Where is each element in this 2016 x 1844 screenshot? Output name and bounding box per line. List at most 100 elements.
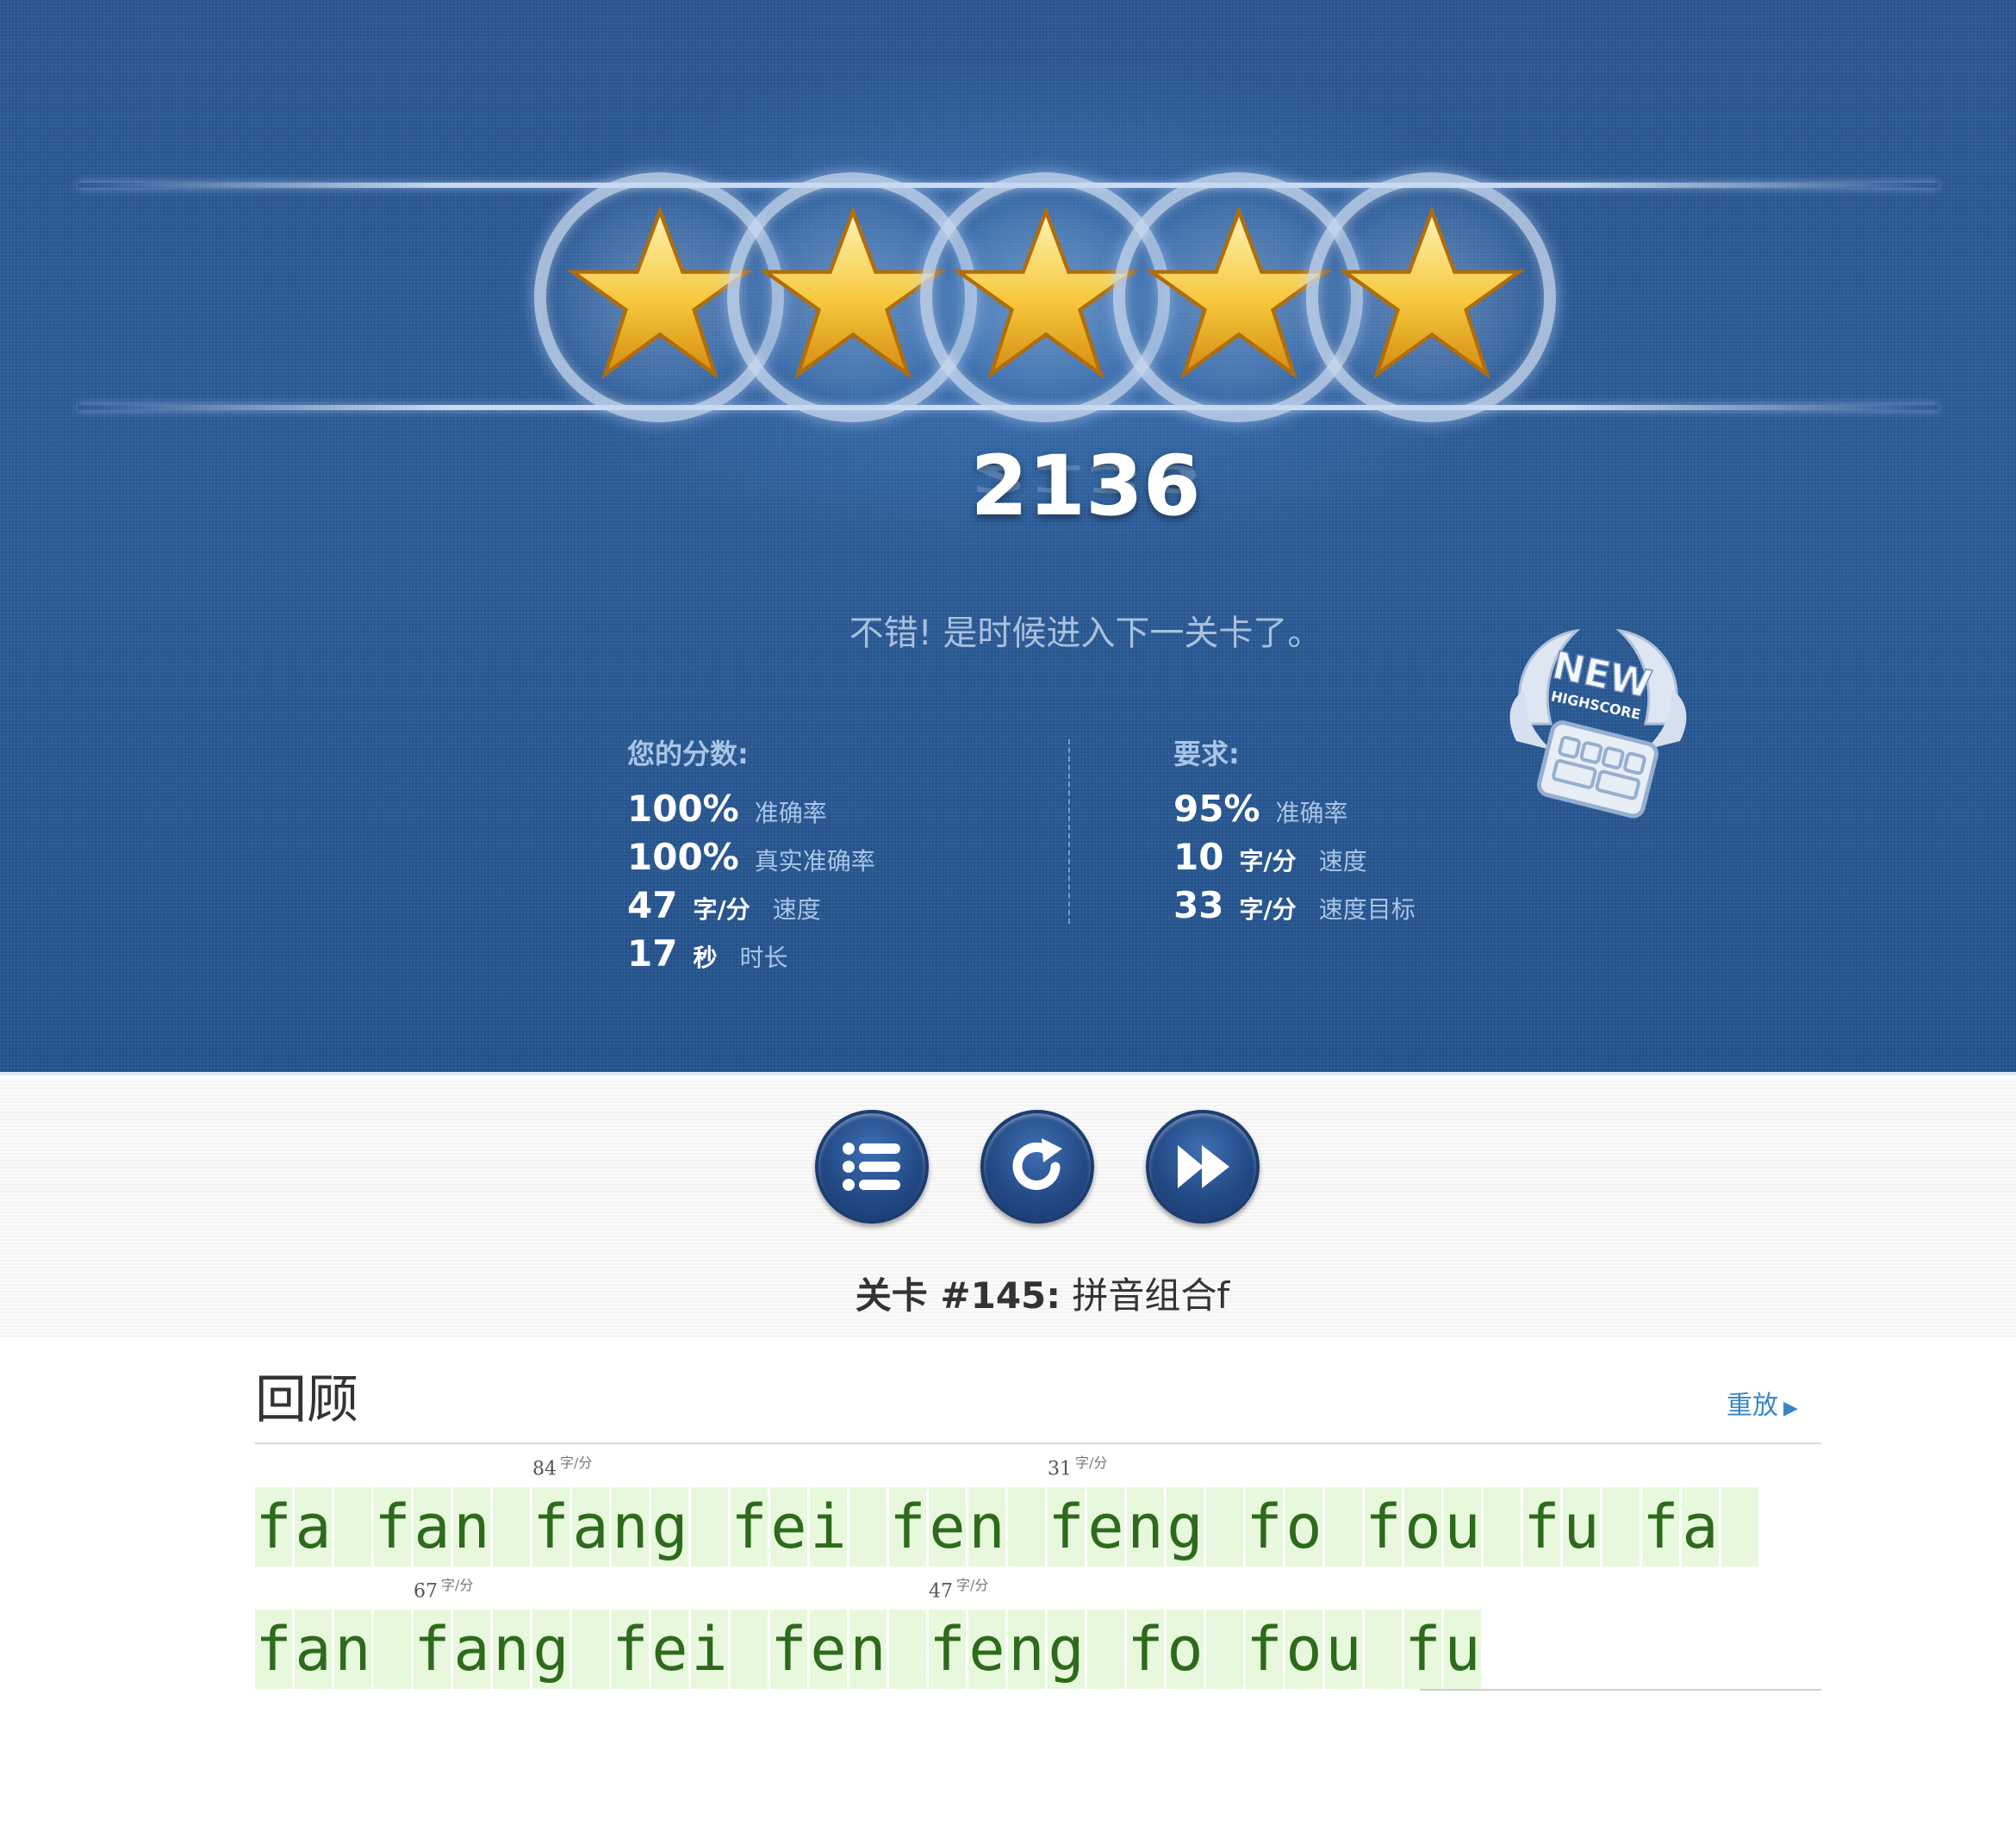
typed-word: fa [1642, 1487, 1761, 1567]
typed-word: fan [374, 1487, 532, 1567]
typed-char: a [1682, 1487, 1719, 1567]
typed-char: n [1008, 1610, 1045, 1689]
typed-char: f [1127, 1610, 1164, 1689]
typed-word: fu [1404, 1610, 1484, 1689]
typed-word: fou [1365, 1487, 1523, 1567]
your-score-row: 100% 真实准确率 [627, 836, 875, 884]
typed-char: f [1523, 1487, 1560, 1567]
requirement-unit: 字/分 [1239, 895, 1297, 924]
typed-space [1721, 1487, 1758, 1567]
star-icon [952, 205, 1140, 380]
list-icon [843, 1143, 900, 1191]
typed-char: f [1246, 1610, 1283, 1689]
speed-marker: 47 字/分 [929, 1577, 989, 1603]
star-icon [1145, 205, 1333, 380]
typed-char: e [968, 1610, 1005, 1689]
typed-char: n [493, 1610, 530, 1689]
typed-space [493, 1487, 530, 1567]
new-highscore-badge-icon: NEW HIGHSCORE [1509, 628, 1687, 819]
typed-word: feng 31 字/分 [1048, 1455, 1246, 1567]
your-score-value: 17 [627, 932, 678, 975]
typed-space [889, 1610, 926, 1689]
typed-char: f [612, 1610, 649, 1689]
your-score-label: 真实准确率 [754, 847, 875, 875]
typed-word: fang 84 字/分 [532, 1455, 731, 1567]
typed-word: fei [731, 1487, 889, 1567]
typed-char: g [1167, 1487, 1204, 1567]
typed-char: n [849, 1610, 887, 1689]
typed-char: o [1404, 1487, 1441, 1567]
star-rating [534, 172, 1556, 422]
typed-space [1206, 1610, 1243, 1689]
typed-char: f [255, 1487, 292, 1567]
speed-marker: 31 字/分 [1048, 1455, 1108, 1480]
typed-word: fei [612, 1610, 770, 1689]
typed-char: a [295, 1610, 332, 1689]
typed-char: u [1325, 1610, 1362, 1689]
requirement-row: 33 字/分 速度目标 [1173, 884, 1416, 932]
star-icon [1338, 205, 1526, 380]
typed-space [1365, 1610, 1402, 1689]
retry-button[interactable] [980, 1110, 1094, 1224]
typed-space [572, 1610, 609, 1689]
typed-word: fo [1246, 1487, 1365, 1567]
review-divider [255, 1442, 1821, 1444]
next-lesson-button[interactable] [1146, 1110, 1260, 1224]
refresh-icon [1012, 1138, 1062, 1190]
typed-char: n [612, 1487, 649, 1567]
requirements-panel: 要求: 95% 准确率 10 字/分 速度 33 字/分 速度目标 [1173, 732, 1416, 932]
typed-char: f [1365, 1487, 1402, 1567]
typed-word: feng 47 字/分 [929, 1577, 1127, 1689]
typed-space [1087, 1610, 1124, 1689]
typed-char: n [1127, 1487, 1164, 1567]
results-panel: 2136 2136 不错! 是时候进入下一关卡了。 您的分数: 100% 准确率 1… [0, 0, 2016, 1075]
requirement-row: 10 字/分 速度 [1173, 836, 1416, 884]
typed-char: i [691, 1610, 728, 1689]
typed-char: a [453, 1610, 490, 1689]
your-score-label: 准确率 [754, 799, 827, 827]
speed-marker: 67 字/分 [414, 1577, 474, 1603]
result-message: 不错! 是时候进入下一关卡了。 [849, 614, 1322, 653]
typed-char: o [1167, 1610, 1204, 1689]
requirement-label: 准确率 [1275, 799, 1348, 827]
replay-label: 重放 [1727, 1391, 1778, 1421]
replay-link[interactable]: 重放 ▶ [1727, 1384, 1798, 1422]
typed-space [1602, 1487, 1640, 1567]
typed-char: n [453, 1487, 490, 1567]
your-score-unit: 字/分 [693, 895, 750, 924]
typed-word: fo [1127, 1610, 1246, 1689]
typed-char: i [810, 1487, 847, 1567]
your-score-panel: 您的分数: 100% 准确率 100% 真实准确率 47 字/分 速度 17 秒时长 [627, 732, 875, 981]
requirement-value: 10 [1173, 836, 1224, 878]
lesson-list-button[interactable] [815, 1110, 929, 1224]
typed-char: f [414, 1610, 451, 1689]
your-score-unit: 秒 [693, 944, 718, 972]
typed-char: f [255, 1610, 292, 1689]
typed-char: f [770, 1610, 807, 1689]
typed-char: o [1285, 1487, 1322, 1567]
typed-char: f [374, 1487, 411, 1567]
typed-char: f [889, 1487, 926, 1567]
typed-space [849, 1487, 887, 1567]
typed-char: g [1048, 1610, 1085, 1689]
typed-char: a [414, 1487, 451, 1567]
typed-char: f [1642, 1487, 1679, 1567]
stats-divider [1068, 739, 1070, 924]
review-heading: 回顾 [255, 1370, 358, 1430]
requirement-label: 速度 [1318, 847, 1367, 875]
typed-line-1: fa fan fang 84 字/分 f e i fen feng 31 字/分 f o fo… [255, 1455, 1761, 1567]
typed-word: fou [1246, 1610, 1404, 1689]
requirement-value: 95% [1173, 788, 1260, 830]
typed-line-2: fan fang 67 字/分 f e i fen feng 47 字/分 f o fou f… [255, 1577, 1484, 1689]
star-icon [566, 205, 754, 380]
typed-space [374, 1610, 411, 1689]
typed-char: f [532, 1487, 569, 1567]
typed-char: a [572, 1487, 609, 1567]
typed-char: f [731, 1487, 768, 1567]
score-reflection: 2136 [970, 456, 1201, 500]
typed-word: fen [889, 1487, 1048, 1567]
typed-char: e [929, 1487, 966, 1567]
typed-char: n [968, 1487, 1005, 1567]
your-score-value: 47 [627, 884, 678, 926]
speed-marker: 84 字/分 [532, 1455, 593, 1480]
